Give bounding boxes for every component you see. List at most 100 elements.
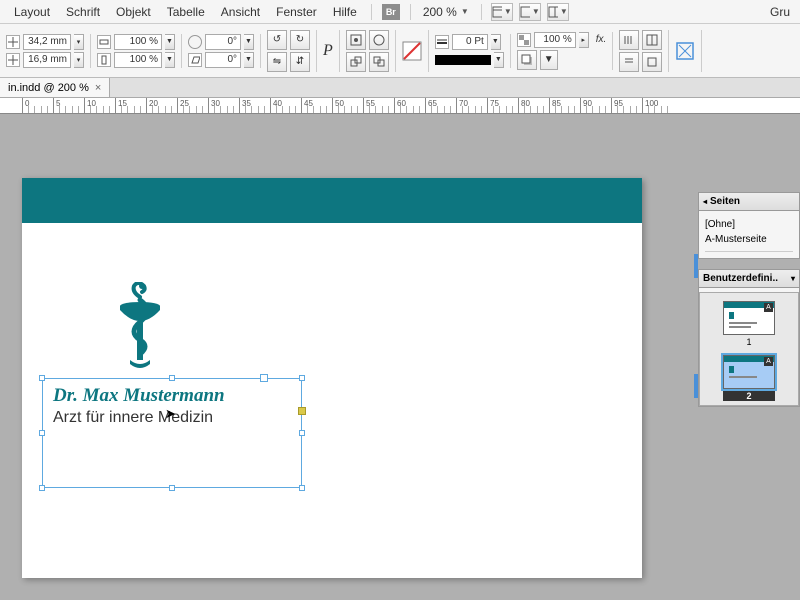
chevron-down-icon[interactable]: ▸	[579, 32, 589, 48]
close-icon[interactable]: ×	[95, 82, 101, 94]
transform-tools: ↺ ↻ ⇋ ⇵	[267, 30, 317, 72]
page-number-label: 2	[723, 391, 775, 401]
menu-fenster[interactable]: Fenster	[268, 0, 325, 23]
chevron-down-icon[interactable]: ▼	[494, 52, 504, 68]
menu-ansicht[interactable]: Ansicht	[213, 0, 268, 23]
fx-button[interactable]: fx.	[596, 34, 607, 45]
page-thumb-2[interactable]: A	[723, 355, 775, 389]
menu-schrift[interactable]: Schrift	[58, 0, 108, 23]
menu-objekt[interactable]: Objekt	[108, 0, 159, 23]
effects-dropdown[interactable]: ▼	[540, 50, 558, 70]
arrange-button[interactable]: ▼	[547, 3, 569, 21]
y-icon	[6, 53, 20, 67]
document-page[interactable]: Dr. Max Mustermann Arzt für innere Mediz…	[22, 178, 642, 578]
text-frame-options	[619, 30, 669, 72]
selected-text-frame[interactable]: Dr. Max Mustermann Arzt für innere Mediz…	[42, 378, 302, 488]
x-icon	[6, 35, 20, 49]
menu-bar: Layout Schrift Objekt Tabelle Ansicht Fe…	[0, 0, 800, 24]
shear-field[interactable]: 0°	[205, 52, 241, 68]
zoom-value: 200 %	[423, 5, 457, 19]
chevron-down-icon[interactable]: ▼	[165, 52, 175, 68]
select-content-button[interactable]	[369, 30, 389, 50]
document-tab-label: in.indd @ 200 %	[8, 82, 89, 94]
opacity-field[interactable]: 100 %	[534, 32, 576, 48]
y-field[interactable]: 16,9 mm	[23, 52, 71, 68]
rotate-ccw-button[interactable]: ↺	[267, 30, 287, 50]
stroke-group: 0 Pt ▼ ▼	[435, 34, 511, 68]
stroke-style-swatch[interactable]	[435, 55, 491, 65]
zoom-dropdown[interactable]: 200 % ▼	[423, 5, 469, 19]
control-panel: 34,2 mm ▾ 16,9 mm ▾ 100 % ▼ 100 % ▼ 0° ▼…	[0, 24, 800, 78]
view-options-button[interactable]: ▼	[491, 3, 513, 21]
chevron-down-icon[interactable]: ▼	[244, 34, 254, 50]
rotate-group: 0° ▼ 0° ▼	[188, 34, 261, 68]
custom-panel: Benutzerdefini.. ▾ A 1	[698, 269, 800, 407]
resize-handle[interactable]	[39, 375, 45, 381]
object-tools	[346, 30, 396, 72]
scale-group: 100 % ▼ 100 % ▼	[97, 34, 182, 68]
master-none[interactable]: [Ohne]	[705, 217, 793, 232]
menu-tabelle[interactable]: Tabelle	[159, 0, 213, 23]
screen-mode-button[interactable]: ▼	[519, 3, 541, 21]
panels-dock: ◂ Seiten [Ohne] A-Musterseite Benutzerde…	[698, 192, 800, 600]
opacity-fx-group: 100 % ▸ fx. ▼	[517, 32, 614, 70]
fit-frame-button[interactable]	[675, 30, 702, 72]
scale-y-field[interactable]: 100 %	[114, 52, 162, 68]
stepper-icon[interactable]: ▾	[74, 52, 84, 68]
canvas-area[interactable]: Dr. Max Mustermann Arzt für innere Mediz…	[0, 114, 690, 600]
columns-button[interactable]	[619, 30, 639, 50]
resize-handle[interactable]	[169, 375, 175, 381]
page-thumbnails: A 1 A 2	[699, 292, 799, 406]
opacity-icon	[517, 33, 531, 47]
chevron-down-icon[interactable]: ▼	[165, 34, 175, 50]
menu-hilfe[interactable]: Hilfe	[325, 0, 365, 23]
master-badge: A	[764, 357, 773, 366]
pages-panel: ◂ Seiten [Ohne] A-Musterseite	[698, 192, 800, 259]
chevron-down-icon[interactable]: ▼	[491, 34, 501, 50]
scale-x-field[interactable]: 100 %	[114, 34, 162, 50]
master-badge: A	[764, 303, 773, 312]
rotate-field[interactable]: 0°	[205, 34, 241, 50]
flip-h-button[interactable]: ⇋	[267, 52, 287, 72]
horizontal-ruler[interactable]: 0510152025303540455055606570758085909510…	[0, 98, 800, 114]
panel-title: Seiten	[710, 196, 740, 207]
stroke-weight-field[interactable]: 0 Pt	[452, 34, 488, 50]
stepper-icon[interactable]: ▾	[74, 34, 84, 50]
menu-layout[interactable]: Layout	[6, 0, 58, 23]
drop-shadow-button[interactable]	[517, 50, 537, 70]
resize-handle[interactable]	[299, 485, 305, 491]
resize-handle[interactable]	[39, 430, 45, 436]
select-prev-button[interactable]	[346, 52, 366, 72]
workspace-switcher[interactable]: Gru	[770, 5, 794, 19]
chevron-down-icon[interactable]: ▼	[244, 52, 254, 68]
separator	[371, 4, 372, 20]
rotate-cw-button[interactable]: ↻	[290, 30, 310, 50]
panel-title: Benutzerdefini..	[703, 273, 778, 284]
content-placer: P	[323, 30, 340, 72]
workspace: Dr. Max Mustermann Arzt für innere Mediz…	[0, 114, 800, 600]
scale-y-icon	[97, 53, 111, 67]
text-out-port[interactable]	[298, 407, 306, 415]
pages-panel-tab[interactable]: ◂ Seiten	[699, 193, 799, 211]
collapse-icon: ◂	[703, 197, 707, 206]
rotate-icon	[188, 35, 202, 49]
resize-handle[interactable]	[299, 430, 305, 436]
separator	[410, 4, 411, 20]
select-next-button[interactable]	[369, 52, 389, 72]
vertical-align-button[interactable]	[619, 52, 639, 72]
master-a[interactable]: A-Musterseite	[705, 232, 793, 252]
x-field[interactable]: 34,2 mm	[23, 34, 71, 50]
fill-swatch[interactable]	[402, 30, 429, 72]
frame-options-button[interactable]	[642, 52, 662, 72]
page-thumb-1[interactable]: A	[723, 301, 775, 335]
text-in-port[interactable]	[260, 374, 268, 382]
bridge-button[interactable]: Br	[382, 4, 400, 20]
resize-handle[interactable]	[39, 485, 45, 491]
resize-handle[interactable]	[169, 485, 175, 491]
document-tab[interactable]: in.indd @ 200 % ×	[0, 78, 110, 97]
custom-panel-tab[interactable]: Benutzerdefini.. ▾	[699, 270, 799, 288]
resize-handle[interactable]	[299, 375, 305, 381]
flip-v-button[interactable]: ⇵	[290, 52, 310, 72]
select-container-button[interactable]	[346, 30, 366, 50]
balance-columns-button[interactable]	[642, 30, 662, 50]
